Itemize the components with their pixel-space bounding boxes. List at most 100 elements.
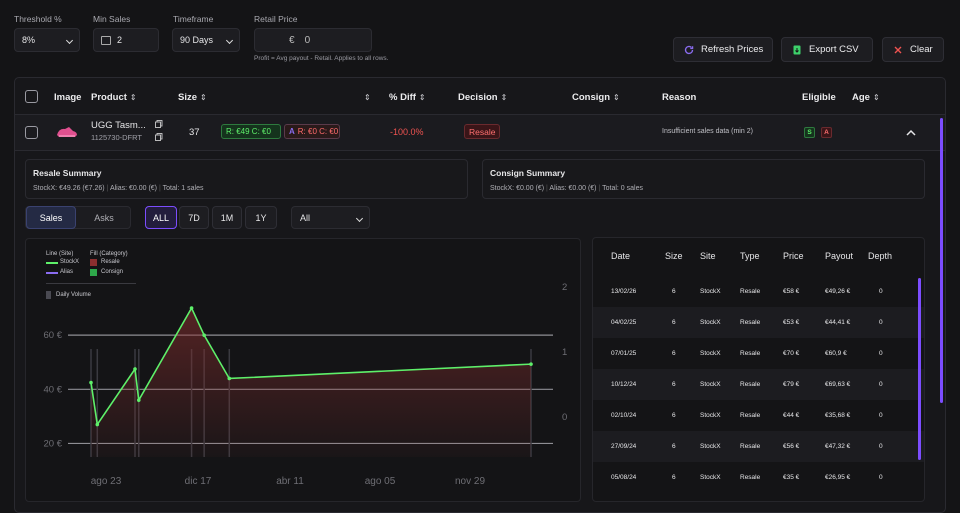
resale-stockx: StockX: €49.26 (€7.26) [33,185,105,192]
panel-scrollbar[interactable] [940,118,943,403]
filters-bar: Threshold % 8% Min Sales 2 Timeframe 90 … [0,0,960,70]
decision-badge: Resale [464,124,501,139]
consign-summary: Consign Summary StockX: €0.00 (€) | Alia… [482,159,925,199]
chevron-up-icon[interactable] [906,129,916,136]
profit-note: Profit = Avg payout - Retail. Applies to… [254,55,389,62]
legend-volume: Daily Volume [56,292,92,298]
legend-stockx-swatch [46,262,58,264]
sort-icon: ⇕ [418,93,426,102]
table-header: Image Product ⇕ Size ⇕ ⇕ % Diff ⇕ Decision ⇕… [15,78,945,115]
stockx-point [95,422,100,427]
consign-summary-stats: StockX: €0.00 (€) | Alias: €0.00 (€) | T… [490,185,643,192]
y2-tick-label: 0 [562,412,567,423]
sales-row: 05/08/24 6 StockX Resale €35 € €26,95 € 0 [593,462,924,493]
copy-icon[interactable] [155,120,163,128]
resale-summary-title: Resale Summary [33,168,102,178]
row-diff: -100.0% [390,127,424,137]
min-sales-value: 2 [117,35,123,45]
sales-cell: StockX [700,288,721,295]
range-7d[interactable]: 7D [179,206,209,229]
sales-cell: Resale [740,474,761,481]
resale-area [91,308,531,457]
sort-icon: ⇕ [872,93,880,102]
results-panel: Image Product ⇕ Size ⇕ ⇕ % Diff ⇕ Decision ⇕… [14,77,946,513]
range-1y[interactable]: 1Y [245,206,277,229]
clear-button[interactable]: Clear [882,37,944,62]
col-product[interactable]: Product ⇕ [91,92,137,103]
close-icon [894,46,902,53]
sales-cell: 6 [672,319,676,326]
retail-price-input[interactable]: € 0 [254,28,372,52]
eligible-stockx-badge: S [804,127,815,138]
threshold-select[interactable]: 8% [14,28,80,52]
refresh-icon [684,45,694,54]
col-decision[interactable]: Decision ⇕ [458,92,507,103]
col-reason: Reason [662,92,697,103]
sales-cell: 07/01/25 [611,350,637,357]
product-name: UGG Tasm... [91,120,146,131]
refresh-prices-button[interactable]: Refresh Prices [673,37,773,62]
sales-cell: 02/10/24 [611,412,637,419]
col-size-label: Size [178,92,198,103]
sales-row: 04/02/25 6 StockX Resale €53 € €44,41 € 0 [593,307,924,338]
sales-cell: 0 [879,350,883,357]
stockx-point [133,367,137,371]
product-sku: 1125730-DFRT [91,133,142,142]
export-csv-button[interactable]: Export CSV [781,37,873,62]
sales-cell: €49,26 € [825,288,851,295]
col-diff[interactable]: % Diff ⇕ [389,92,426,103]
range-all[interactable]: ALL [145,206,177,229]
min-sales-input[interactable]: 2 [93,28,159,52]
col-consign[interactable]: Consign ⇕ [572,92,620,103]
range-1m[interactable]: 1M [212,206,242,229]
sales-cell: 0 [879,443,883,450]
col-consign-label: Consign [572,92,610,103]
sales-cell: StockX [700,412,721,419]
table-row[interactable]: UGG Tasm... 1125730-DFRT 37 R: €49 C: €0… [15,115,945,151]
sales-table-header: Date Size Site Type Price Payout Depth [593,238,924,269]
stockx-point [529,362,533,366]
refresh-label: Refresh Prices [701,44,764,55]
timeframe-label: Timeframe [173,14,214,24]
sales-cell: StockX [700,350,721,357]
sales-table-scrollbar[interactable] [918,278,921,460]
legend-divider [46,283,136,284]
select-all-checkbox[interactable] [25,90,38,103]
copy-icon[interactable] [155,133,163,141]
col-diff-label: % Diff [389,92,416,103]
row-checkbox[interactable] [25,126,38,139]
sales-cell: 0 [879,381,883,388]
col-size[interactable]: Size ⇕ [178,92,207,103]
resale-summary-stats: StockX: €49.26 (€7.26) | Alias: €0.00 (€… [33,185,204,192]
legend-consign: Consign [101,269,124,275]
sales-col-payout: Payout [825,251,854,261]
tab-sales[interactable]: Sales [26,206,76,229]
sort-icon: ⇕ [613,93,620,102]
sales-cell: Resale [740,288,761,295]
sales-cell: €69,63 € [825,381,851,388]
sales-cell: 6 [672,350,676,357]
site-filter-select[interactable]: All [291,206,370,229]
threshold-value: 8% [22,35,36,45]
sort-icon: ⇕ [364,93,371,102]
consign-stockx: StockX: €0.00 (€) [490,185,545,192]
y2-tick-label: 1 [562,347,567,358]
file-export-icon [793,45,801,54]
sales-cell: StockX [700,443,721,450]
col-unlabeled-sort[interactable]: ⇕ [361,92,371,103]
legend-resale-swatch [90,259,97,266]
sort-icon: ⇕ [500,93,508,102]
sales-cell: Resale [740,412,761,419]
resale-summary: Resale Summary StockX: €49.26 (€7.26) | … [25,159,468,199]
tab-asks[interactable]: Asks [79,206,129,229]
col-age[interactable]: Age ⇕ [852,92,880,103]
stockx-price-pill: R: €49 C: €0 [221,124,281,139]
legend-line-title: Line (Site) [46,251,74,257]
sales-cell: €47,32 € [825,443,851,450]
sales-cell: 0 [879,288,883,295]
sales-row: 10/12/24 6 StockX Resale €79 € €69,63 € 0 [593,369,924,400]
timeframe-select[interactable]: 90 Days [172,28,240,52]
y-tick-label: 60 € [44,330,63,341]
price-chart: 20 € 40 € 60 € 0 1 2 ago 23 dic 17 abr 11 ago 05 n… [25,238,581,502]
legend-volume-swatch [46,291,51,299]
